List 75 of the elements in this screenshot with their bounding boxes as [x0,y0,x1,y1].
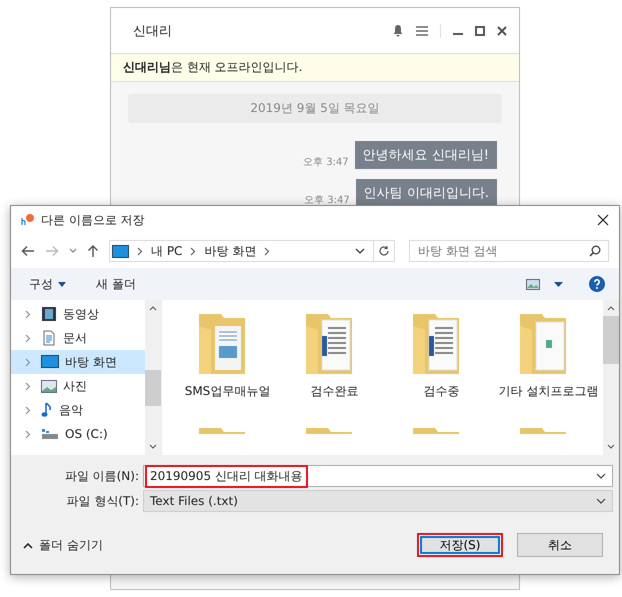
file-name-label: 파일 이름(N): [64,468,139,484]
message-bubble: 안녕하세요 신대리님! [354,141,497,169]
chevron-icon[interactable] [25,358,31,366]
message-bubble: 인사팀 이대리입니다. [356,179,497,207]
chevron-icon [137,246,143,256]
monitor-icon [41,355,59,369]
up-arrow-icon[interactable] [87,244,99,258]
sidebar-item[interactable]: 바탕 화면 [11,350,145,374]
sidebar-item[interactable]: 음악 [11,398,145,422]
chevron-icon[interactable] [25,430,31,438]
app-icon [21,214,35,226]
folder-name: 검수중 [424,384,460,399]
chevron-icon [190,246,196,256]
drive-icon [41,428,59,440]
scrollbar[interactable] [145,300,161,455]
view-icon[interactable] [526,278,540,290]
folder-name: SMS업무매뉴얼 [184,384,270,399]
file-type-label: 파일 형식(T): [65,492,139,510]
message-time: 오후 3:47 [304,194,350,207]
scrollbar-thumb[interactable] [145,370,161,406]
chevron-icon[interactable] [25,334,31,342]
monitor-icon [112,244,129,258]
music-note-icon [41,402,53,418]
chevron-icon [264,246,270,256]
address-bar[interactable]: 내 PC 바탕 화면 [109,240,395,262]
hide-folders-toggle[interactable]: 폴더 숨기기 [23,536,103,554]
dialog-title: 다른 이름으로 저장 [41,212,145,228]
close-icon[interactable] [597,214,609,226]
chevron-up-icon [23,542,33,548]
offline-notice: 신대리님은 현재 오프라인입니다. [111,54,519,82]
folder-item[interactable]: 검수완료 [281,300,388,426]
bell-icon[interactable] [392,24,404,37]
folder-item[interactable]: 기타 설치프로그램 [495,300,602,426]
back-arrow-icon[interactable] [21,245,35,257]
scrollbar[interactable] [603,300,619,455]
maximize-icon[interactable] [475,26,485,36]
dropdown-icon[interactable] [554,282,563,286]
sidebar-item[interactable]: 사진 [11,374,145,398]
folder-name: 기타 설치프로그램 [498,384,598,399]
file-type-dropdown[interactable]: Text Files (.txt) [143,490,613,512]
picture-icon [41,380,57,392]
close-icon[interactable] [497,26,507,36]
cancel-button[interactable]: 취소 [517,533,603,557]
dropdown-icon[interactable] [69,248,77,254]
new-folder-button[interactable]: 새 폴더 [96,276,136,292]
caret-icon [58,282,66,286]
sidebar-item[interactable]: 문서 [11,326,145,350]
save-button[interactable]: 저장(S) [417,533,503,557]
chevron-icon[interactable] [25,382,31,390]
breadcrumb-item[interactable]: 내 PC [151,242,182,260]
chevron-icon[interactable] [25,310,31,318]
organize-menu[interactable]: 구성 [29,276,66,292]
file-name-field[interactable]: 20190905 신대리 대화내용 [143,465,613,487]
film-icon [41,306,57,322]
dropdown-icon [596,473,606,479]
dropdown-icon[interactable] [355,248,365,254]
refresh-icon [378,245,390,257]
chat-title: 신대리 [133,22,172,40]
document-icon [41,330,57,346]
search-icon [589,245,601,257]
chevron-icon[interactable] [25,406,31,414]
breadcrumb-item[interactable]: 바탕 화면 [204,242,256,260]
dropdown-icon [596,498,606,504]
sidebar-item[interactable]: 동영상 [11,302,145,326]
folder-item[interactable]: SMS업무매뉴얼 [174,300,281,426]
folder-name: 검수완료 [310,384,358,399]
file-name-value: 20190905 신대리 대화내용 [145,464,308,488]
menu-icon[interactable] [416,26,428,36]
sidebar-item[interactable]: OS (C:) [11,422,145,446]
folder-item[interactable]: 검수중 [388,300,495,426]
help-icon[interactable] [589,276,605,292]
scrollbar-thumb[interactable] [603,316,619,364]
message-time: 오후 3:47 [303,156,349,169]
file-type-value: Text Files (.txt) [149,493,239,510]
search-field[interactable]: 바탕 화면 검색 [409,240,609,262]
